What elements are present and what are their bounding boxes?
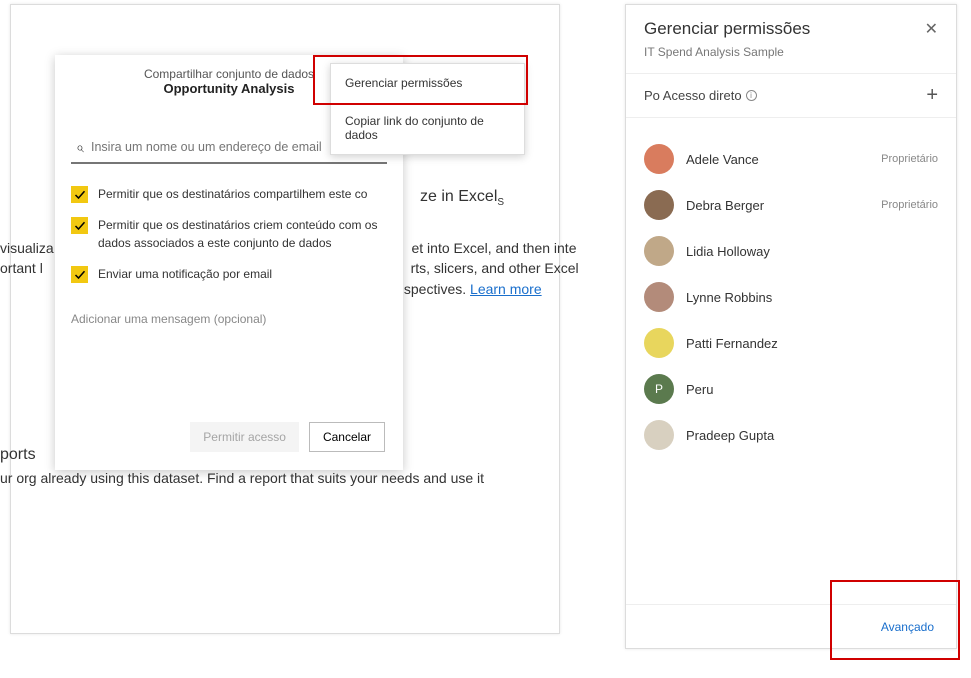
avatar — [644, 282, 674, 312]
more-options-menu: Gerenciar permissões Copiar link do conj… — [330, 63, 525, 155]
bg-reports-heading: ports — [0, 446, 36, 464]
text: ze in Excel — [420, 188, 497, 205]
checkbox-build-label: Permitir que os destinatários criem cont… — [98, 217, 387, 252]
user-row[interactable]: Lynne Robbins — [644, 282, 938, 312]
tab-label: Po Acesso direto — [644, 88, 742, 103]
avatar — [644, 328, 674, 358]
manage-permissions-panel: Gerenciar permissões ✕ IT Spend Analysis… — [625, 4, 957, 649]
checkbox-build-row[interactable]: Permitir que os destinatários criem cont… — [71, 217, 387, 252]
learn-more-link[interactable]: Learn more — [470, 281, 542, 297]
user-name: Pradeep Gupta — [686, 428, 938, 443]
user-list: Adele Vance Proprietário Debra Berger Propr… — [626, 118, 956, 476]
grant-access-button[interactable]: Permitir acesso — [190, 422, 299, 452]
line2b: rts, slicers, and other Excel — [411, 260, 579, 276]
checkbox-build[interactable] — [71, 217, 88, 234]
close-icon[interactable]: ✕ — [925, 19, 938, 39]
user-row[interactable]: Patti Fernandez — [644, 328, 938, 358]
avatar — [644, 420, 674, 450]
avatar — [644, 144, 674, 174]
tab-direct-access[interactable]: Po Acesso direto i — [644, 88, 757, 103]
panel-header: Gerenciar permissões ✕ — [626, 5, 956, 45]
panel-title: Gerenciar permissões — [644, 19, 810, 39]
user-name: Lynne Robbins — [686, 290, 938, 305]
line2a: ortant l — [0, 260, 43, 276]
user-row[interactable]: Debra Berger Proprietário — [644, 190, 938, 220]
checkbox-email-label: Enviar uma notificação por email — [98, 266, 272, 283]
user-row[interactable]: Adele Vance Proprietário — [644, 144, 938, 174]
user-name: Peru — [686, 382, 938, 397]
checkbox-email[interactable] — [71, 266, 88, 283]
line1a: visualiza — [0, 240, 54, 256]
avatar — [644, 236, 674, 266]
user-name: Debra Berger — [686, 198, 869, 213]
bg-excel-heading: ze in ExcelS — [420, 188, 504, 208]
check-icon — [74, 220, 86, 232]
checkbox-reshare[interactable] — [71, 186, 88, 203]
user-name: Adele Vance — [686, 152, 869, 167]
check-icon — [74, 189, 86, 201]
user-row[interactable]: Pradeep Gupta — [644, 420, 938, 450]
line1b: et into Excel, and then inte — [411, 240, 576, 256]
panel-footer: Avançado — [626, 604, 956, 648]
search-icon: ⌕ — [71, 139, 89, 156]
panel-subtitle: IT Spend Analysis Sample — [626, 45, 956, 73]
avatar: P — [644, 374, 674, 404]
dialog-button-row: Permitir acesso Cancelar — [190, 422, 385, 452]
info-icon[interactable]: i — [746, 90, 757, 101]
menu-manage-permissions[interactable]: Gerenciar permissões — [331, 64, 524, 102]
checkbox-reshare-label: Permitir que os destinatários compartilh… — [98, 186, 367, 203]
add-user-button[interactable]: + — [926, 84, 938, 107]
menu-copy-link[interactable]: Copiar link do conjunto de dados — [331, 102, 524, 154]
user-role: Proprietário — [881, 199, 938, 211]
message-textarea[interactable]: Adicionar uma mensagem (opcional) — [71, 312, 387, 326]
panel-tab-row: Po Acesso direto i + — [626, 73, 956, 118]
user-row[interactable]: Lidia Holloway — [644, 236, 938, 266]
cancel-button[interactable]: Cancelar — [309, 422, 385, 452]
advanced-link[interactable]: Avançado — [881, 620, 934, 634]
user-role: Proprietário — [881, 153, 938, 165]
user-name: Lidia Holloway — [686, 244, 938, 259]
avatar — [644, 190, 674, 220]
user-row[interactable]: P Peru — [644, 374, 938, 404]
bg-reports-text: ur org already using this dataset. Find … — [0, 470, 640, 486]
checkbox-email-row[interactable]: Enviar uma notificação por email — [71, 266, 387, 283]
check-icon — [74, 269, 86, 281]
line3: spectives. — [404, 281, 470, 297]
checkbox-reshare-row[interactable]: Permitir que os destinatários compartilh… — [71, 186, 387, 203]
user-name: Patti Fernandez — [686, 336, 938, 351]
